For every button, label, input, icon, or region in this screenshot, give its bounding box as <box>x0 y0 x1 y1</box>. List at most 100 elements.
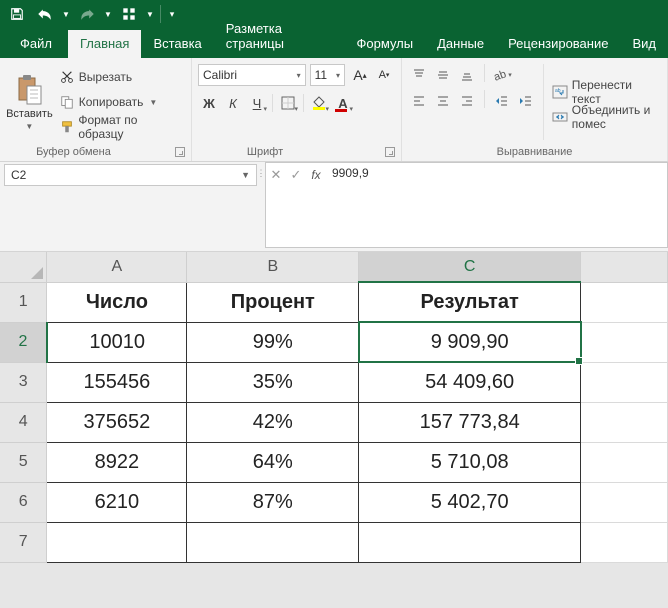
svg-text:ab: ab <box>493 68 509 82</box>
undo-dropdown-icon[interactable]: ▼ <box>60 2 72 26</box>
merge-icon <box>552 109 568 125</box>
cell-C6[interactable]: 5 402,70 <box>359 482 581 522</box>
cell-D2[interactable] <box>581 322 668 362</box>
tab-file[interactable]: Файл <box>8 30 68 58</box>
row-header-4[interactable]: 4 <box>0 402 47 442</box>
cell-C3[interactable]: 54 409,60 <box>359 362 581 402</box>
spreadsheet-grid[interactable]: A B C 1 Число Процент Результат 2 10010 … <box>0 252 668 563</box>
row-header-3[interactable]: 3 <box>0 362 47 402</box>
font-color-button[interactable]: A▾ <box>332 92 354 114</box>
cell-B1[interactable]: Процент <box>187 282 359 322</box>
font-dialog-icon[interactable] <box>385 147 395 157</box>
tab-page-layout[interactable]: Разметка страницы <box>214 15 345 58</box>
align-right-icon[interactable] <box>456 90 478 112</box>
cell-B7[interactable] <box>187 522 359 562</box>
align-center-icon[interactable] <box>432 90 454 112</box>
wrap-label: Перенести текст <box>572 78 659 106</box>
cell-A1[interactable]: Число <box>47 282 187 322</box>
paste-button[interactable]: Вставить ▼ <box>6 60 53 144</box>
col-header-C[interactable]: C <box>359 252 581 282</box>
format-painter-label: Формат по образцу <box>78 113 183 141</box>
cell-D5[interactable] <box>581 442 668 482</box>
cell-D3[interactable] <box>581 362 668 402</box>
row-header-5[interactable]: 5 <box>0 442 47 482</box>
tab-formulas[interactable]: Формулы <box>345 30 426 58</box>
font-size-combo[interactable]: 11▾ <box>310 64 345 86</box>
col-header-D[interactable] <box>581 252 668 282</box>
cell-C7[interactable] <box>359 522 581 562</box>
align-top-icon[interactable] <box>408 64 430 86</box>
col-header-B[interactable]: B <box>187 252 359 282</box>
touch-mode-icon[interactable] <box>116 2 142 26</box>
merge-button[interactable]: Объединить и помес <box>550 106 661 128</box>
align-bottom-icon[interactable] <box>456 64 478 86</box>
ribbon-tabs: Файл Главная Вставка Разметка страницы Ф… <box>0 28 668 58</box>
fill-color-button[interactable]: ▾ <box>308 92 330 114</box>
namebox-resize-icon[interactable]: ⋮ <box>257 162 265 251</box>
formula-bar-area: C2 ▼ ⋮ ✕ ✓ fx 9909,9 <box>0 162 668 252</box>
cell-D1[interactable] <box>581 282 668 322</box>
underline-button[interactable]: Ч▾ <box>246 92 268 114</box>
cell-C1[interactable]: Результат <box>359 282 581 322</box>
cell-B2[interactable]: 99% <box>187 322 359 362</box>
row-header-6[interactable]: 6 <box>0 482 47 522</box>
undo-icon[interactable] <box>32 2 58 26</box>
cell-A2[interactable]: 10010 <box>47 322 187 362</box>
cell-A4[interactable]: 375652 <box>47 402 187 442</box>
touch-dropdown-icon[interactable]: ▼ <box>144 2 156 26</box>
clipboard-dialog-icon[interactable] <box>175 147 185 157</box>
increase-font-icon[interactable]: A▴ <box>349 64 371 86</box>
col-header-A[interactable]: A <box>47 252 187 282</box>
save-icon[interactable] <box>4 2 30 26</box>
cell-C4[interactable]: 157 773,84 <box>359 402 581 442</box>
fx-icon[interactable]: fx <box>306 165 326 185</box>
clipboard-group-label: Буфер обмена <box>36 146 111 158</box>
cell-C2[interactable]: 9 909,90 <box>359 322 581 362</box>
align-middle-icon[interactable] <box>432 64 454 86</box>
cell-B6[interactable]: 87% <box>187 482 359 522</box>
cell-B4[interactable]: 42% <box>187 402 359 442</box>
increase-indent-icon[interactable] <box>515 90 537 112</box>
cell-D7[interactable] <box>581 522 668 562</box>
bold-button[interactable]: Ж <box>198 92 220 114</box>
formula-bar-input[interactable]: 9909,9 <box>326 162 668 248</box>
cancel-icon[interactable]: ✕ <box>266 165 286 185</box>
cell-C5[interactable]: 5 710,08 <box>359 442 581 482</box>
redo-icon[interactable] <box>74 2 100 26</box>
cell-A7[interactable] <box>47 522 187 562</box>
group-alignment: ab▾ ab Перенести текст <box>402 58 668 161</box>
tab-review[interactable]: Рецензирование <box>496 30 620 58</box>
name-box[interactable]: C2 ▼ <box>4 164 257 186</box>
format-painter-button[interactable]: Формат по образцу <box>57 116 185 138</box>
cell-A5[interactable]: 8922 <box>47 442 187 482</box>
cell-D4[interactable] <box>581 402 668 442</box>
row-header-7[interactable]: 7 <box>0 522 47 562</box>
row-header-2[interactable]: 2 <box>0 322 47 362</box>
italic-button[interactable]: К <box>222 92 244 114</box>
orientation-icon[interactable]: ab▾ <box>491 64 513 86</box>
paste-label: Вставить <box>6 108 53 120</box>
borders-button[interactable]: ▾ <box>277 92 299 114</box>
cell-B5[interactable]: 64% <box>187 442 359 482</box>
select-all-corner[interactable] <box>0 252 47 282</box>
redo-dropdown-icon[interactable]: ▼ <box>102 2 114 26</box>
wrap-text-button[interactable]: ab Перенести текст <box>550 81 661 103</box>
cell-D6[interactable] <box>581 482 668 522</box>
alignment-group-label: Выравнивание <box>497 146 573 158</box>
cell-B3[interactable]: 35% <box>187 362 359 402</box>
copy-button[interactable]: Копировать ▼ <box>57 91 185 113</box>
cell-A3[interactable]: 155456 <box>47 362 187 402</box>
font-name-combo[interactable]: Calibri▾ <box>198 64 306 86</box>
cut-button[interactable]: Вырезать <box>57 66 185 88</box>
row-header-1[interactable]: 1 <box>0 282 47 322</box>
decrease-indent-icon[interactable] <box>491 90 513 112</box>
align-left-icon[interactable] <box>408 90 430 112</box>
tab-home[interactable]: Главная <box>68 30 141 58</box>
tab-data[interactable]: Данные <box>425 30 496 58</box>
qat-customize-icon[interactable]: ▾ <box>165 2 179 26</box>
enter-icon[interactable]: ✓ <box>286 165 306 185</box>
cell-A6[interactable]: 6210 <box>47 482 187 522</box>
decrease-font-icon[interactable]: A▾ <box>373 64 395 86</box>
tab-view[interactable]: Вид <box>620 30 668 58</box>
tab-insert[interactable]: Вставка <box>141 30 213 58</box>
